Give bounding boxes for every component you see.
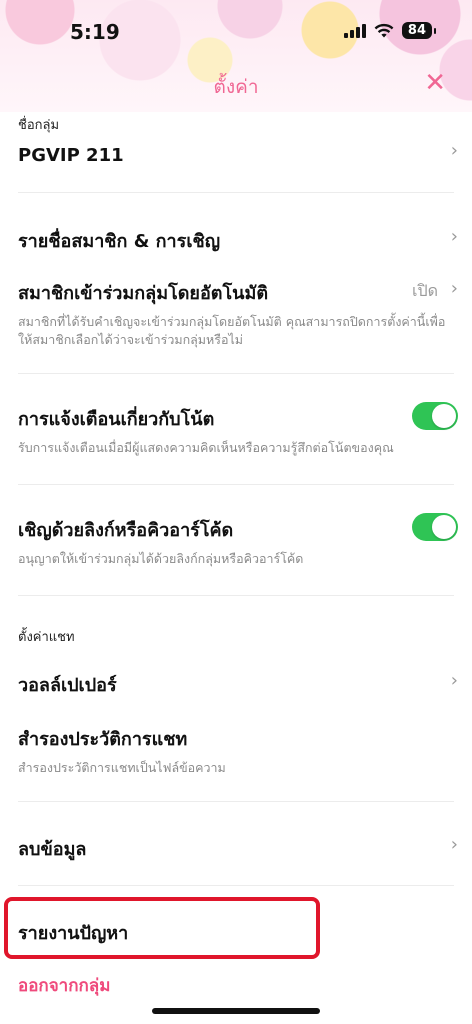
group-name-row[interactable]: ชื่อกลุ่ม PGVIP 211 › [18, 114, 458, 166]
toggle-knob [432, 404, 456, 428]
members-title: รายชื่อสมาชิก & การเชิญ [18, 231, 221, 252]
note-notifications-title: การแจ้งเตือนเกี่ยวกับโน้ต [18, 409, 215, 430]
toggle-knob [432, 515, 456, 539]
chat-settings-label: ตั้งค่าแชท [18, 630, 75, 645]
backup-title: สำรองประวัติการแชท [18, 729, 188, 750]
invite-link-description: อนุญาตให้เข้าร่วมกลุ่มได้ด้วยลิงก์กลุ่มห… [18, 551, 304, 566]
group-name-value: PGVIP 211 [18, 145, 124, 166]
auto-join-row[interactable]: สมาชิกเข้าร่วมกลุ่มโดยอัตโนมัติ เปิด › ส… [18, 278, 458, 349]
chevron-right-icon: › [450, 670, 458, 691]
invite-link-row: เชิญด้วยลิงก์หรือคิวอาร์โค้ด อนุญาตให้เข… [18, 513, 458, 568]
auto-join-value: เปิด [411, 281, 438, 300]
auto-join-description: สมาชิกที่ได้รับคำเชิญจะเข้าร่วมกลุ่มโดยอ… [18, 314, 446, 347]
status-icons: 84 [343, 22, 437, 39]
divider [18, 801, 454, 802]
chevron-right-icon: › [450, 834, 458, 855]
status-time: 5:19 [70, 20, 120, 44]
chevron-right-icon: › [450, 140, 458, 161]
page-title: ตั้งค่า [213, 76, 259, 98]
divider [18, 484, 454, 485]
divider [18, 373, 454, 374]
divider [18, 192, 454, 193]
home-indicator [152, 1008, 320, 1014]
chevron-right-icon: › [450, 226, 458, 247]
close-icon[interactable]: ✕ [424, 68, 446, 98]
invite-link-title: เชิญด้วยลิงก์หรือคิวอาร์โค้ด [18, 520, 234, 541]
header-background: 5:19 84 ตั้งค่า ✕ [0, 0, 472, 112]
chat-settings-section: ตั้งค่าแชท [18, 626, 458, 647]
divider [18, 885, 454, 886]
wallpaper-title: วอลล์เปเปอร์ [18, 675, 117, 696]
auto-join-title: สมาชิกเข้าร่วมกลุ่มโดยอัตโนมัติ [18, 283, 269, 304]
cellular-signal-icon [343, 23, 366, 38]
delete-data-row[interactable]: ลบข้อมูล › [18, 834, 458, 863]
note-notifications-row: การแจ้งเตือนเกี่ยวกับโน้ต รับการแจ้งเตือ… [18, 402, 458, 457]
backup-description: สำรองประวัติการแชทเป็นไฟล์ข้อความ [18, 760, 226, 775]
report-row[interactable]: รายงานปัญหา [18, 918, 458, 947]
leave-group-button[interactable]: ออกจากกลุ่ม [18, 972, 110, 999]
battery-icon: 84 [401, 22, 437, 39]
note-notifications-description: รับการแจ้งเตือนเมื่อมีผู้แสดงความคิดเห็น… [18, 440, 394, 455]
invite-link-toggle[interactable] [412, 513, 458, 541]
divider [18, 595, 454, 596]
wifi-icon [374, 23, 394, 37]
backup-row[interactable]: สำรองประวัติการแชท สำรองประวัติการแชทเป็… [18, 724, 458, 777]
wallpaper-row[interactable]: วอลล์เปเปอร์ › [18, 670, 458, 699]
delete-data-title: ลบข้อมูล [18, 839, 87, 860]
report-title: รายงานปัญหา [18, 923, 129, 944]
members-row[interactable]: รายชื่อสมาชิก & การเชิญ › [18, 226, 458, 255]
note-notifications-toggle[interactable] [412, 402, 458, 430]
group-name-label: ชื่อกลุ่ม [18, 118, 60, 133]
chevron-right-icon: › [450, 278, 458, 299]
